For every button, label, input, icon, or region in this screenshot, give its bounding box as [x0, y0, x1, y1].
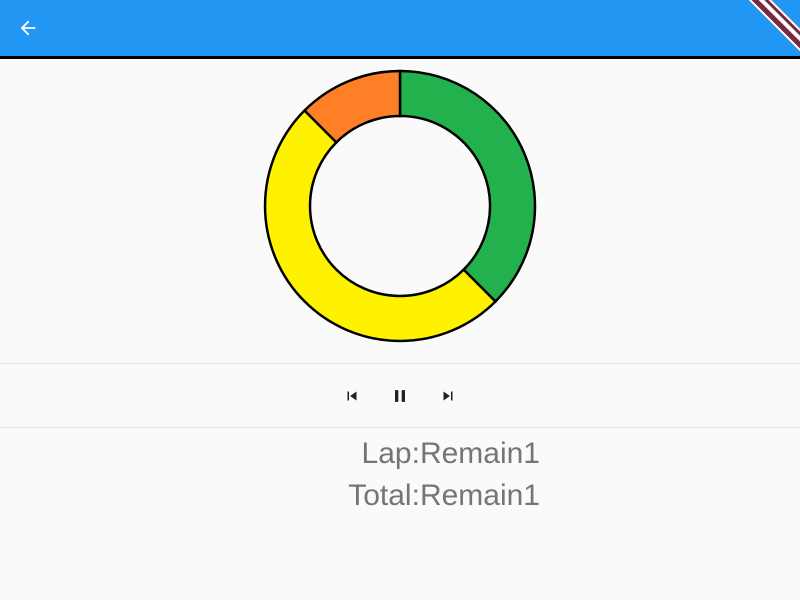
total-label: Total — [348, 479, 412, 512]
back-button[interactable] — [8, 8, 48, 48]
next-button[interactable] — [434, 382, 462, 410]
total-separator: : — [411, 479, 420, 512]
previous-button[interactable] — [338, 382, 366, 410]
pause-icon — [395, 389, 405, 402]
total-value: Remain1 — [419, 479, 540, 512]
lap-label: Lap — [361, 437, 412, 470]
donut-slice-1 — [263, 108, 498, 343]
playback-controls — [0, 364, 800, 427]
chart-area — [0, 59, 800, 363]
app-bar — [0, 0, 800, 59]
lap-value: Remain1 — [419, 437, 540, 470]
debug-banner — [741, 0, 800, 56]
skip-previous-icon — [347, 391, 357, 400]
donut-slice-0 — [398, 69, 537, 304]
skip-next-icon — [443, 391, 453, 400]
donut-chart — [263, 69, 537, 343]
pause-button[interactable] — [386, 382, 414, 410]
total-row: Total:Remain1 — [0, 476, 540, 516]
divider — [0, 427, 800, 428]
lap-separator: : — [411, 437, 420, 470]
arrow-back-icon — [20, 20, 36, 36]
lap-row: Lap:Remain1 — [0, 434, 540, 474]
